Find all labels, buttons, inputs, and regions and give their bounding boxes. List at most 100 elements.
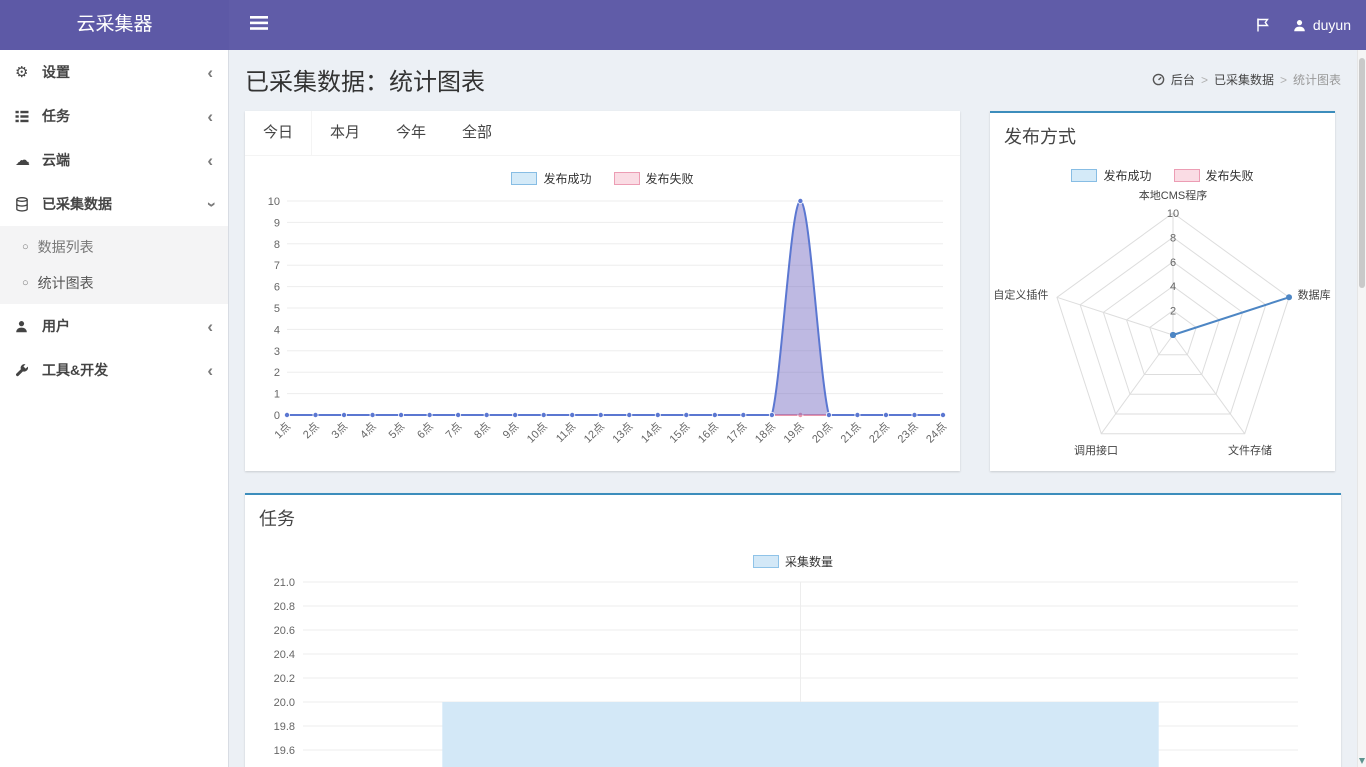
tab-year[interactable]: 今年	[378, 111, 444, 155]
svg-text:10点: 10点	[524, 420, 550, 446]
user-icon	[1293, 19, 1306, 32]
svg-text:1点: 1点	[271, 420, 292, 441]
scroll-down-arrow-icon[interactable]	[1359, 758, 1365, 764]
svg-text:5点: 5点	[385, 420, 406, 441]
sidebar-item-tools-dev[interactable]: 工具&开发 ‹	[0, 348, 228, 392]
svg-text:19.6: 19.6	[274, 745, 295, 757]
flag-menu-button[interactable]	[1255, 17, 1271, 33]
svg-text:14点: 14点	[638, 420, 664, 446]
svg-text:4点: 4点	[357, 420, 378, 441]
legend-swatch	[1174, 169, 1200, 182]
sidebar-item-label: 工具&开发	[42, 360, 207, 380]
legend-label: 发布失败	[646, 170, 694, 187]
svg-text:调用接口: 调用接口	[1074, 444, 1118, 457]
wrench-icon	[15, 363, 42, 377]
sidebar-toggle-button[interactable]	[244, 10, 274, 41]
breadcrumb-current: 统计图表	[1293, 71, 1341, 88]
svg-text:0: 0	[273, 410, 279, 422]
sidebar-item-tasks[interactable]: 任务 ‹	[0, 94, 228, 138]
svg-text:20.8: 20.8	[274, 601, 295, 613]
svg-text:20点: 20点	[809, 420, 835, 446]
legend-item[interactable]: 采集数量	[753, 553, 833, 570]
flag-icon	[1255, 17, 1271, 33]
svg-text:10: 10	[267, 196, 279, 208]
svg-text:12点: 12点	[581, 420, 607, 446]
breadcrumb-separator: >	[1280, 73, 1287, 87]
card-title: 发布方式	[990, 113, 1335, 153]
legend-item[interactable]: 发布成功	[1071, 167, 1151, 184]
sidebar-item-stats-chart[interactable]: ○ 统计图表	[0, 265, 228, 301]
content-header: 已采集数据：统计图表 后台 > 已采集数据 > 统计图表	[229, 50, 1357, 111]
svg-text:数据库: 数据库	[1297, 288, 1330, 302]
main-content: 已采集数据：统计图表 后台 > 已采集数据 > 统计图表 今日 本月 今年	[229, 50, 1357, 767]
svg-text:自定义插件: 自定义插件	[993, 288, 1048, 302]
sidebar-item-label: 用户	[42, 316, 207, 336]
legend-item[interactable]: 发布失败	[1174, 167, 1254, 184]
user-menu[interactable]: duyun	[1293, 17, 1351, 33]
svg-text:2: 2	[273, 367, 279, 379]
breadcrumb-home[interactable]: 后台	[1171, 71, 1195, 88]
database-icon	[15, 197, 42, 212]
tab-today[interactable]: 今日	[245, 111, 312, 155]
chevron-left-icon: ‹	[207, 108, 213, 125]
svg-text:6: 6	[273, 282, 279, 294]
navbar-right: duyun	[1255, 17, 1351, 33]
svg-text:13点: 13点	[609, 420, 635, 446]
card-title: 任务	[245, 495, 1341, 535]
sidebar-item-data-list[interactable]: ○ 数据列表	[0, 229, 228, 265]
sidebar-item-label: 设置	[42, 62, 207, 82]
svg-text:4: 4	[273, 324, 279, 336]
svg-text:8: 8	[1169, 232, 1175, 244]
svg-text:20.2: 20.2	[274, 673, 295, 685]
tab-all[interactable]: 全部	[444, 111, 510, 155]
cloud-icon: ☁	[15, 151, 42, 169]
svg-text:20.4: 20.4	[274, 649, 295, 661]
legend-swatch	[1071, 169, 1097, 182]
legend-label: 采集数量	[785, 553, 833, 570]
sidebar-item-settings[interactable]: ⚙ 设置 ‹	[0, 50, 228, 94]
brand-label: 云采集器	[76, 14, 152, 35]
svg-text:23点: 23点	[894, 420, 920, 446]
sidebar: ⚙ 设置 ‹ 任务 ‹ ☁ 云端 ‹ 已采集数据 ‹ ○ 数据列表	[0, 50, 229, 767]
svg-text:20.6: 20.6	[274, 625, 295, 637]
svg-text:19.8: 19.8	[274, 721, 295, 733]
legend-swatch	[753, 555, 779, 568]
publish-method-card: 发布方式 发布成功发布失败 246810本地CMS程序数据库文件存储调用接口自定…	[990, 111, 1335, 471]
breadcrumb-separator: >	[1201, 73, 1208, 87]
top-row: 今日 本月 今年 全部 发布成功发布失败 0123456789101点2点3点4…	[229, 111, 1357, 471]
tasks-bar-chart: 21.020.820.620.420.220.019.819.619.4	[263, 576, 1323, 767]
svg-text:16点: 16点	[695, 420, 721, 446]
svg-text:5: 5	[273, 303, 279, 315]
svg-text:8点: 8点	[471, 420, 492, 441]
top-navbar: 云采集器 duyun	[0, 0, 1366, 50]
legend-swatch	[511, 172, 537, 185]
svg-text:20.0: 20.0	[274, 697, 295, 709]
legend-swatch	[614, 172, 640, 185]
tasks-chart-card: 任务 采集数量 21.020.820.620.420.220.019.819.6…	[245, 493, 1341, 767]
sidebar-item-collected-data[interactable]: 已采集数据 ‹	[0, 182, 228, 226]
hourly-publish-chart: 0123456789101点2点3点4点5点6点7点8点9点10点11点12点1…	[253, 193, 953, 465]
svg-text:3: 3	[273, 346, 279, 358]
scrollbar-thumb[interactable]	[1359, 58, 1365, 288]
collected-data-submenu: ○ 数据列表 ○ 统计图表	[0, 226, 228, 304]
svg-text:9: 9	[273, 217, 279, 229]
tab-month[interactable]: 本月	[312, 111, 378, 155]
legend-item[interactable]: 发布成功	[511, 170, 591, 187]
svg-text:本地CMS程序: 本地CMS程序	[1138, 190, 1206, 202]
chevron-down-icon: ‹	[202, 201, 219, 207]
svg-text:8: 8	[273, 239, 279, 251]
legend-item[interactable]: 发布失败	[614, 170, 694, 187]
vertical-scrollbar[interactable]	[1357, 50, 1366, 767]
svg-text:1: 1	[273, 389, 279, 401]
daily-chart-card: 今日 本月 今年 全部 发布成功发布失败 0123456789101点2点3点4…	[245, 111, 960, 471]
sidebar-item-label: 任务	[42, 106, 207, 126]
breadcrumb-collected-data[interactable]: 已采集数据	[1214, 71, 1274, 88]
sidebar-item-cloud[interactable]: ☁ 云端 ‹	[0, 138, 228, 182]
brand-logo[interactable]: 云采集器	[0, 0, 229, 50]
sidebar-item-users[interactable]: 用户 ‹	[0, 304, 228, 348]
svg-text:2点: 2点	[300, 420, 321, 441]
legend-label: 发布失败	[1206, 167, 1254, 184]
page-title: 已采集数据：统计图表	[245, 62, 485, 97]
svg-text:22点: 22点	[866, 420, 892, 446]
app-root: 云采集器 duyun	[0, 0, 1366, 767]
